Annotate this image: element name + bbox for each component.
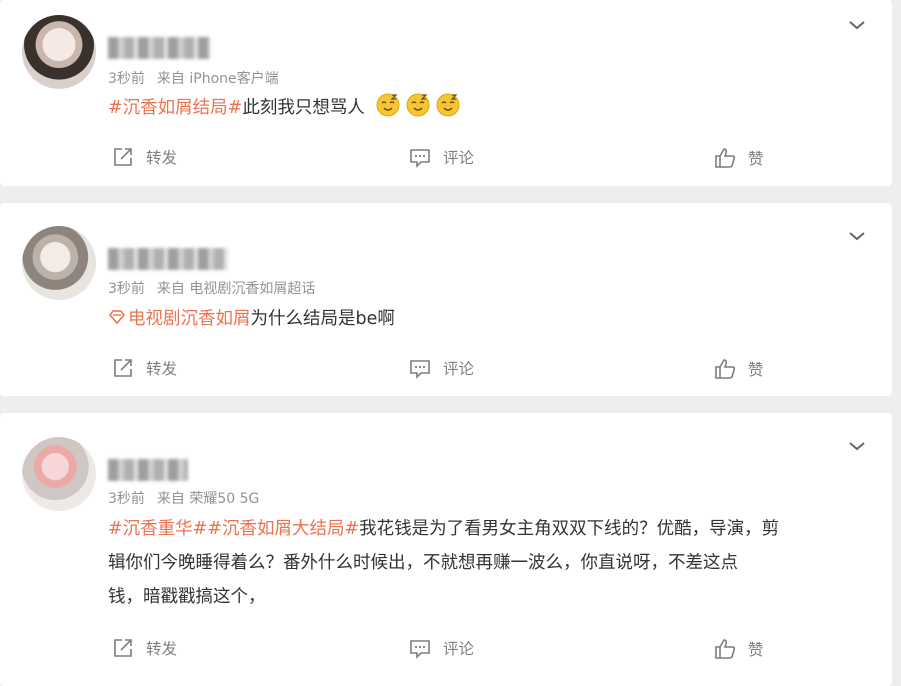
comment-button[interactable]: 评论 [409, 637, 474, 659]
hashtag-link[interactable]: #沉香重华# [108, 519, 207, 539]
repost-label: 转发 [146, 149, 178, 167]
repost-button[interactable]: 转发 [112, 637, 177, 659]
repost-button[interactable]: 转发 [112, 357, 177, 379]
repost-button[interactable]: 转发 [112, 146, 177, 168]
post-text: #沉香如屑结局#此刻我只想骂人 [108, 91, 868, 125]
post-source: 来自 电视剧沉香如屑超话 [156, 281, 316, 297]
post-text: #沉香重华##沉香如屑大结局#我花钱是为了看男女主角双双下线的？优酷，导演，剪 … [108, 512, 868, 614]
post-source: 来自 iPhone客户端 [156, 71, 279, 87]
post-body-line: 我花钱是为了看男女主角双双下线的？优酷，导演，剪 [359, 519, 780, 539]
chevron-down-icon[interactable] [848, 227, 866, 245]
like-label: 赞 [748, 641, 764, 659]
chevron-down-icon[interactable] [848, 16, 866, 34]
like-button[interactable]: 赞 [714, 358, 764, 380]
post-body-line: 钱，暗戳戳搞这个， [108, 587, 266, 607]
hashtag-link[interactable]: #沉香如屑结局# [108, 98, 242, 118]
comment-button[interactable]: 评论 [409, 146, 474, 168]
supertopic-link[interactable]: 电视剧沉香如屑 [128, 309, 251, 329]
comment-label: 评论 [443, 149, 475, 167]
share-icon [112, 357, 134, 379]
comment-label: 评论 [443, 640, 475, 658]
comment-button[interactable]: 评论 [409, 357, 474, 379]
post-body: 此刻我只想骂人 [242, 98, 365, 118]
chevron-down-icon[interactable] [848, 437, 866, 455]
like-label: 赞 [748, 361, 764, 379]
supertopic-icon [108, 309, 128, 329]
comment-icon [409, 146, 431, 168]
post-body-line: 辑你们今晚睡得着么？番外什么时候出，不就想再赚一波么，你直说呀，不差这点 [108, 553, 738, 573]
post-card: 3秒前 来自 荣耀50 5G #沉香重华##沉香如屑大结局#我花钱是为了看男女主角… [0, 413, 892, 686]
post-meta: 3秒前 来自 荣耀50 5G [108, 488, 259, 508]
like-button[interactable]: 赞 [714, 638, 764, 660]
avatar[interactable] [22, 437, 96, 511]
avatar[interactable] [22, 226, 96, 300]
post-time: 3秒前 [108, 491, 145, 507]
comment-label: 评论 [443, 360, 475, 378]
thumbs-up-icon [714, 358, 736, 380]
thumbs-up-icon [714, 638, 736, 660]
share-icon [112, 637, 134, 659]
thumbs-up-icon [714, 147, 736, 169]
sleepy-smile-emoji [365, 93, 461, 118]
post-card: 3秒前 来自 电视剧沉香如屑超话 电视剧沉香如屑为什么结局是be啊 转发 评论 赞 [0, 203, 892, 396]
username-blurred[interactable] [108, 37, 210, 59]
like-button[interactable]: 赞 [714, 147, 764, 169]
post-time: 3秒前 [108, 71, 145, 87]
post-text: 电视剧沉香如屑为什么结局是be啊 [108, 302, 868, 336]
username-blurred[interactable] [108, 459, 188, 481]
username-blurred[interactable] [108, 248, 228, 270]
avatar[interactable] [22, 15, 96, 89]
post-body: 为什么结局是be啊 [250, 309, 395, 329]
comment-icon [409, 637, 431, 659]
repost-label: 转发 [146, 360, 178, 378]
post-meta: 3秒前 来自 iPhone客户端 [108, 68, 279, 88]
post-line: #沉香重华##沉香如屑大结局#我花钱是为了看男女主角双双下线的？优酷，导演，剪 [108, 512, 868, 546]
post-source: 来自 荣耀50 5G [156, 491, 260, 507]
post-card: 3秒前 来自 iPhone客户端 #沉香如屑结局#此刻我只想骂人 转发 评论 赞 [0, 0, 892, 186]
repost-label: 转发 [146, 640, 178, 658]
like-label: 赞 [748, 150, 764, 168]
post-meta: 3秒前 来自 电视剧沉香如屑超话 [108, 278, 315, 298]
hashtag-link[interactable]: #沉香如屑大结局# [207, 519, 359, 539]
share-icon [112, 146, 134, 168]
comment-icon [409, 357, 431, 379]
post-time: 3秒前 [108, 281, 145, 297]
